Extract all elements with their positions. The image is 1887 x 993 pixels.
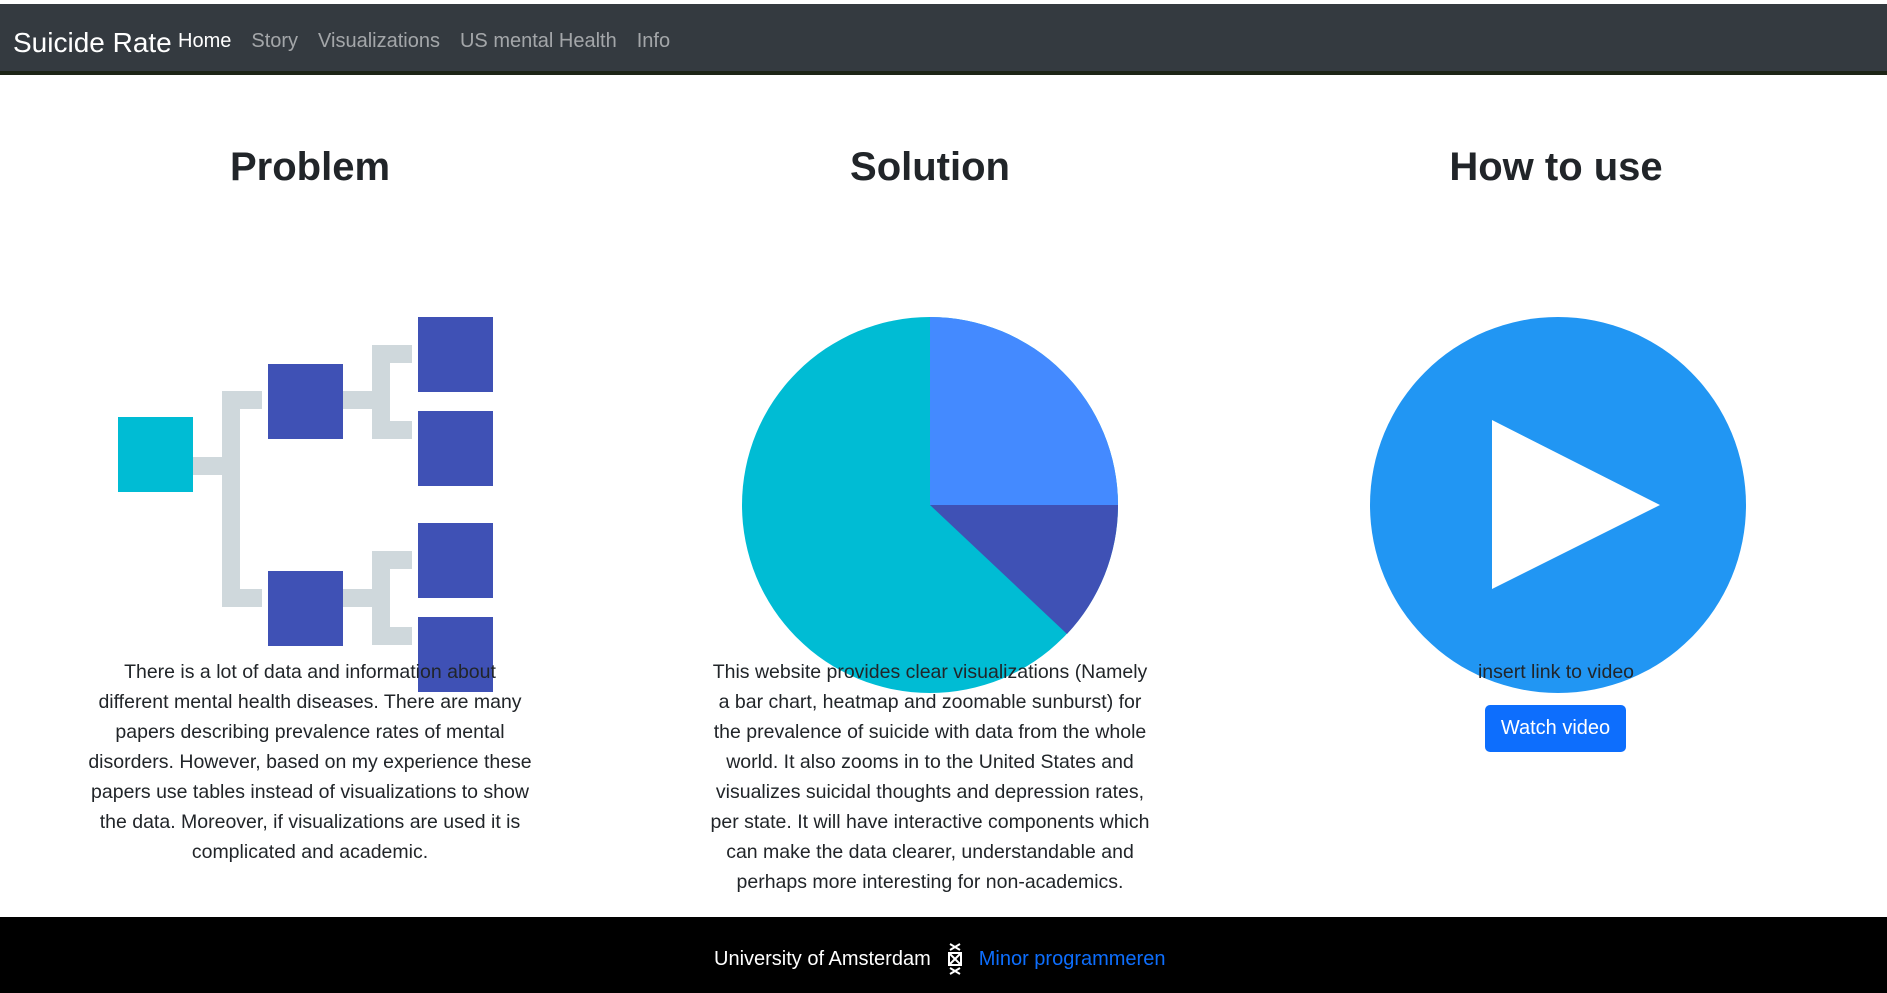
university-name: University of Amsterdam (714, 947, 931, 970)
solution-line: visualizes suicidal thoughts and depress… (715, 781, 1145, 803)
solution-line: can make the data clearer, understandabl… (726, 841, 1134, 863)
problem-line: disorders. However, based on my experien… (88, 751, 532, 773)
footer: University of Amsterdam Minor programmer… (0, 917, 1887, 993)
problem-line: There is a lot of data and information a… (124, 661, 496, 683)
navbar: Suicide Rate Home Story Visualizations U… (0, 4, 1887, 75)
nav-link-us-mental-health[interactable]: US mental Health (460, 30, 617, 53)
nav-links: Home Story Visualizations US mental Heal… (178, 30, 690, 53)
howto-title: How to use (1449, 145, 1663, 189)
solution-line: a bar chart, heatmap and zoomable sunbur… (718, 691, 1142, 713)
minor-programmeren-link[interactable]: Minor programmeren (979, 948, 1166, 971)
watch-video-button[interactable]: Watch video (1485, 705, 1626, 752)
solution-line: perhaps more interesting for non-academi… (736, 871, 1124, 893)
problem-line: the data. Moreover, if visualizations ar… (99, 811, 521, 833)
solution-line: world. It also zooms in to the United St… (726, 751, 1134, 773)
problem-line: complicated and academic. (191, 841, 429, 863)
navbar-brand[interactable]: Suicide Rate (13, 27, 172, 59)
hierarchy-tree-icon (118, 317, 493, 692)
play-icon[interactable] (1368, 315, 1748, 695)
nav-link-visualizations[interactable]: Visualizations (318, 30, 440, 53)
problem-line: different mental health diseases. There … (98, 691, 522, 713)
solution-line: per state. It will have interactive comp… (710, 811, 1150, 833)
nav-link-home[interactable]: Home (178, 30, 231, 53)
solution-line: This website provides clear visualizatio… (712, 661, 1148, 683)
footer-content: University of Amsterdam Minor programmer… (714, 942, 1165, 976)
problem-text: There is a lot of data and information a… (0, 657, 620, 867)
solution-text: This website provides clear visualizatio… (620, 657, 1240, 897)
problem-line: papers describing prevalence rates of me… (115, 721, 505, 743)
problem-title: Problem (229, 145, 391, 189)
solution-line: the prevalence of suicide with data from… (713, 721, 1147, 743)
solution-title: Solution (850, 145, 1010, 189)
pie-chart-icon (742, 317, 1119, 693)
uva-logo-icon (947, 943, 962, 975)
problem-line: papers use tables instead of visualizati… (91, 781, 529, 803)
video-link-text: insert link to video (1477, 661, 1635, 683)
nav-link-story[interactable]: Story (251, 30, 298, 53)
nav-link-info[interactable]: Info (637, 30, 670, 53)
